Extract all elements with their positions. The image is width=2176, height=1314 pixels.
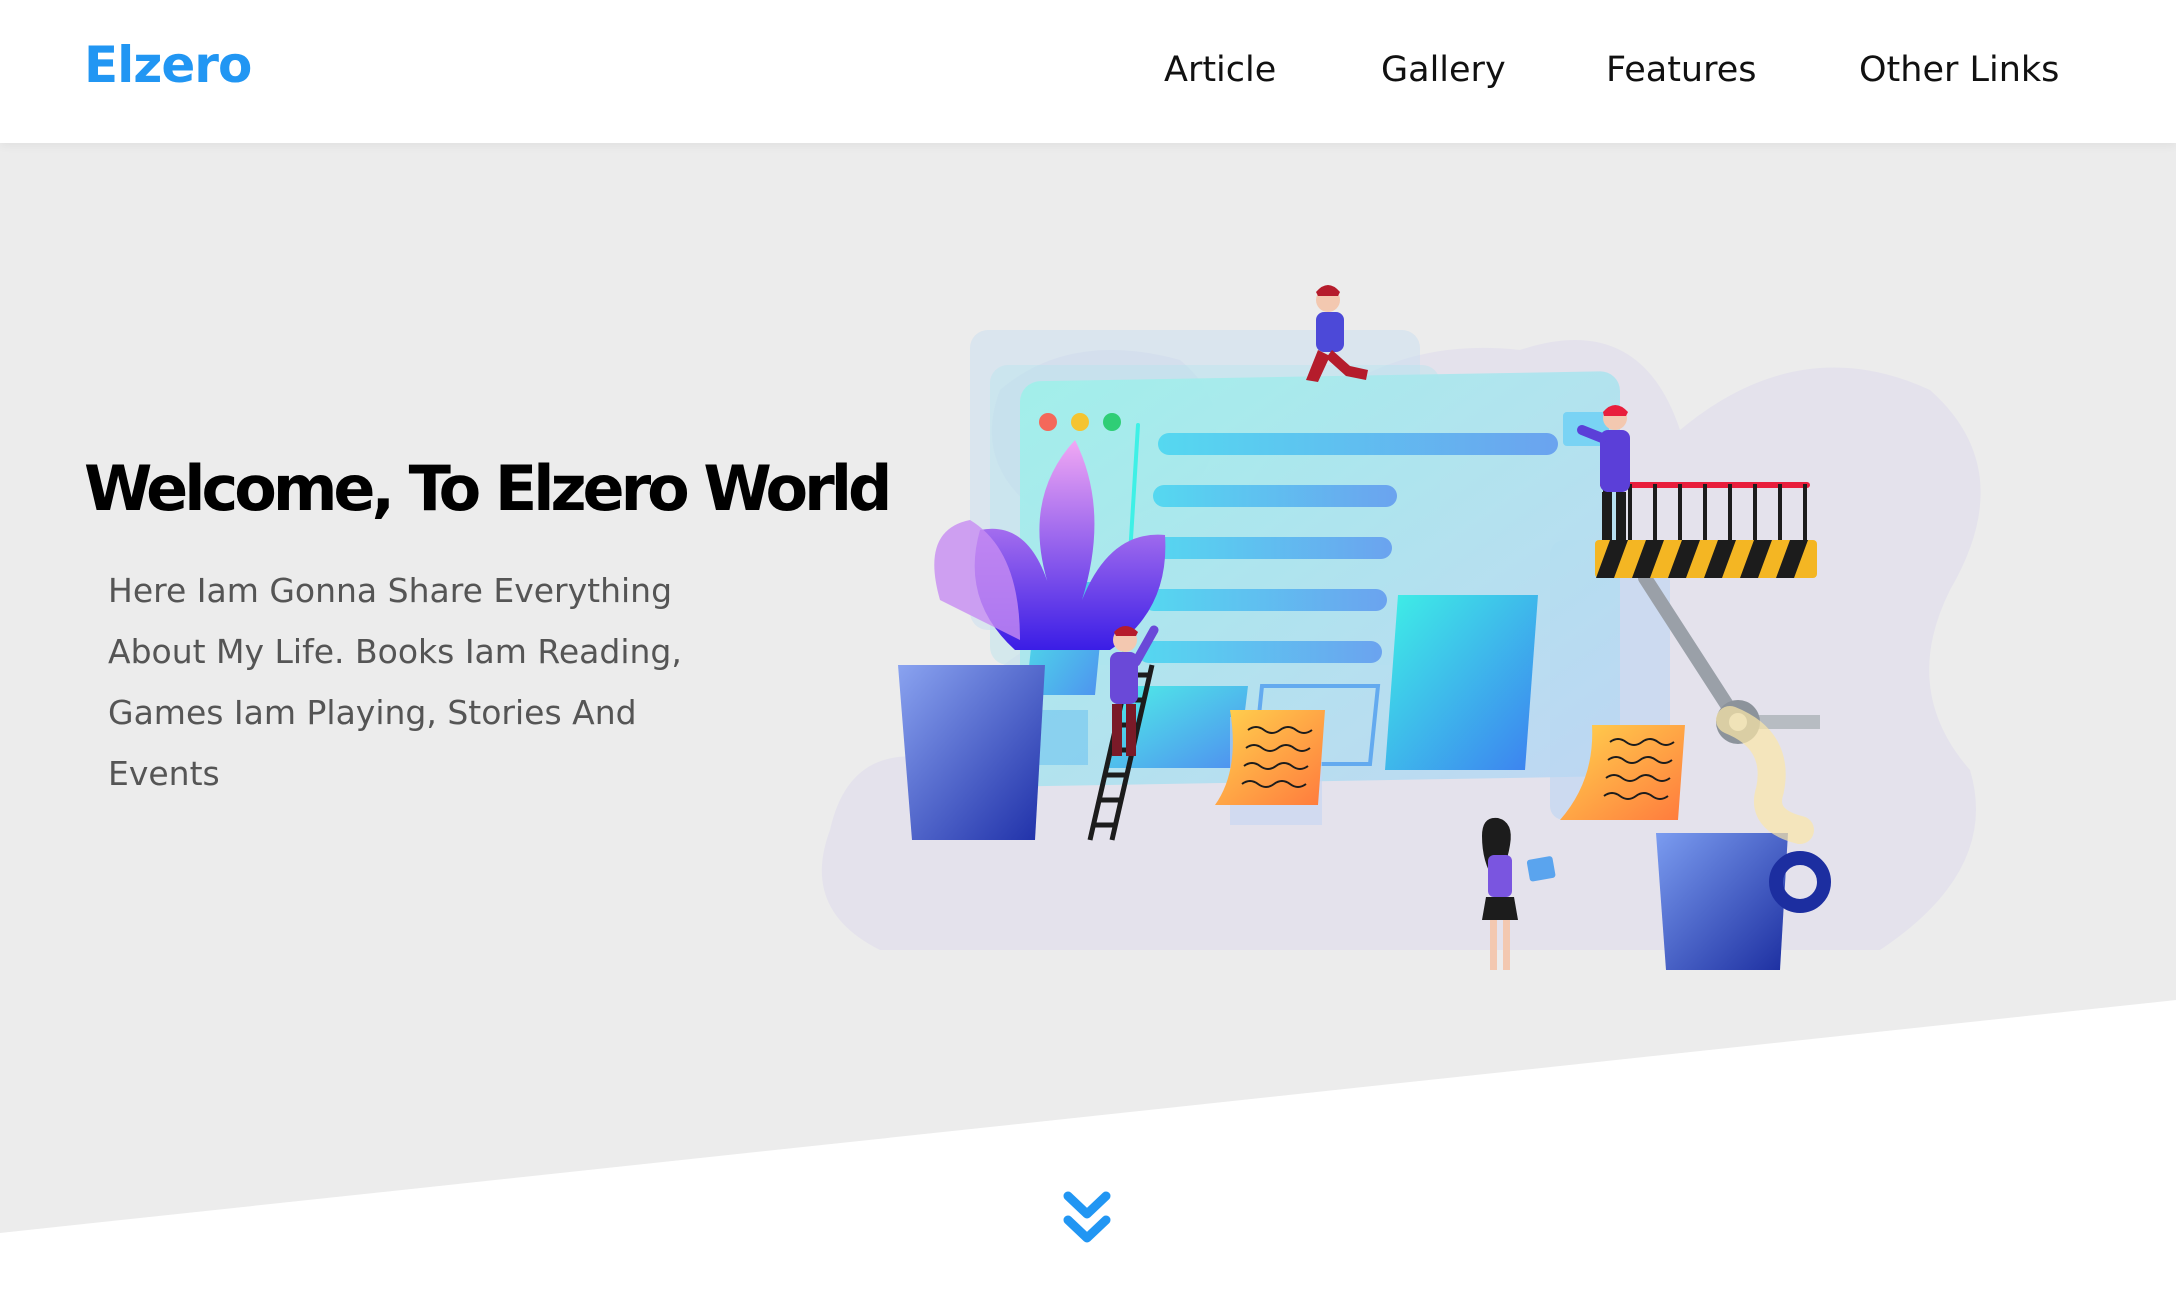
nav-link-features[interactable]: Features: [1606, 50, 1757, 90]
logo[interactable]: Elzero: [84, 36, 252, 94]
nav-link-other-links[interactable]: Other Links: [1859, 50, 2059, 90]
nav-link-gallery[interactable]: Gallery: [1381, 50, 1506, 90]
site-header: Elzero Article Gallery Features Other Li…: [0, 0, 2176, 143]
landing-paragraph: Here Iam Gonna Share Everything About My…: [108, 560, 748, 804]
paragraph-line: Here Iam Gonna Share Everything: [108, 571, 673, 610]
angle-double-down-icon[interactable]: [1062, 1190, 1112, 1246]
landing-title: Welcome, To Elzero World: [84, 452, 892, 525]
paragraph-line: About My Life. Books Iam Reading,: [108, 632, 682, 671]
nav-link-article[interactable]: Article: [1164, 50, 1276, 90]
landing-illustration: [821, 285, 1981, 970]
paragraph-line: Games Iam Playing, Stories And Events: [108, 693, 637, 793]
